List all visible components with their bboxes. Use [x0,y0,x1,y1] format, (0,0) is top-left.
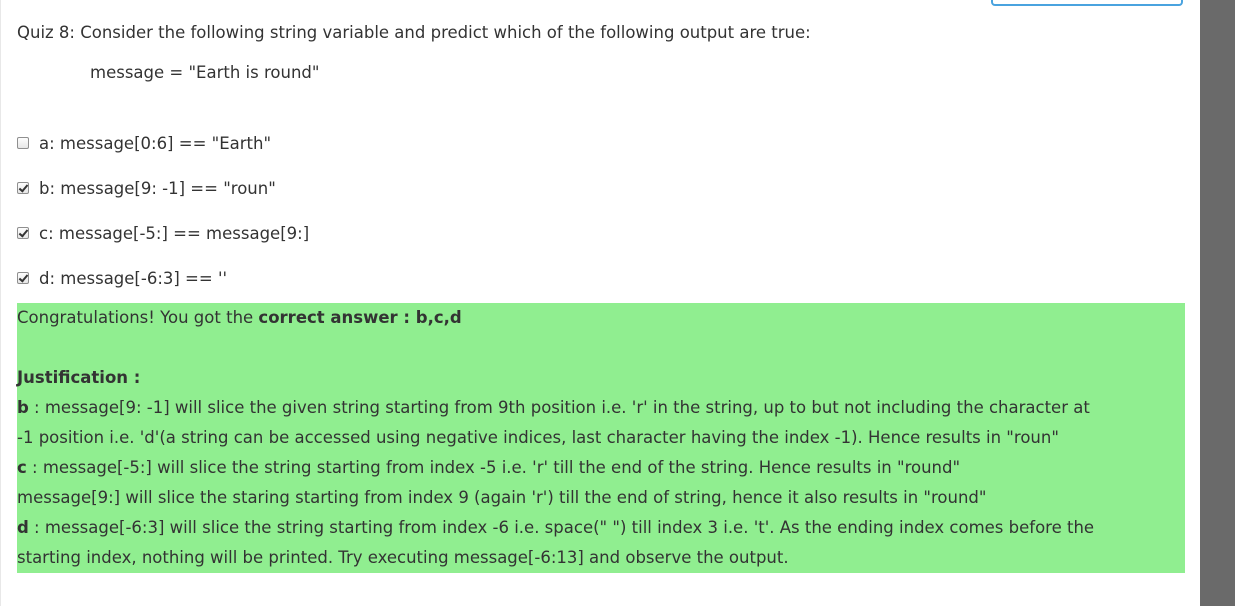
justification-b-text1: : message[9: -1] will slice the given st… [28,398,1090,417]
option-d-label: d: message[-6:3] == '' [39,268,228,288]
option-a[interactable]: a: message[0:6] == "Earth" [17,132,271,154]
justification-c-key: c [17,458,27,477]
option-a-label: a: message[0:6] == "Earth" [39,133,272,153]
option-b-checkbox[interactable] [17,182,29,194]
justification-d-line2: starting index, nothing will be printed.… [17,548,789,567]
justification-c-line2: message[9:] will slice the staring start… [17,488,987,507]
justification-b-line1: b : message[9: -1] will slice the given … [17,393,1090,423]
option-b[interactable]: b: message[9: -1] == "roun" [17,177,276,199]
option-b-label: b: message[9: -1] == "roun" [39,178,276,198]
justification-heading: Justification : [17,363,140,393]
justification-b-key: b [17,398,29,417]
justification-c-text1: : message[-5:] will slice the string sta… [26,458,961,477]
option-a-checkbox[interactable] [17,137,29,149]
justification-c-line1: c : message[-5:] will slice the string s… [17,453,960,483]
code-snippet: message = "Earth is round" [90,63,320,82]
option-d[interactable]: d: message[-6:3] == '' [17,267,227,289]
congrats-text: Congratulations! You got the [17,308,259,327]
scrollbar[interactable] [1200,0,1235,606]
justification-d-text1: : message[-6:3] will slice the string st… [28,518,1095,537]
quiz-panel: Quiz 8: Consider the following string va… [0,0,1200,606]
option-d-checkbox[interactable] [17,272,29,284]
option-c[interactable]: c: message[-5:] == message[9:] [17,222,309,244]
congrats-line: Congratulations! You got the correct ans… [17,303,462,333]
justification-d-key: d [17,518,29,537]
justification-d-line1: d : message[-6:3] will slice the string … [17,513,1094,543]
question-text: Quiz 8: Consider the following string va… [17,23,811,42]
justification-title: Justification : [17,368,141,387]
feedback-box: Congratulations! You got the correct ans… [17,303,1185,573]
option-c-label: c: message[-5:] == message[9:] [39,223,310,243]
correct-answer: correct answer : b,c,d [258,308,462,327]
top-button[interactable] [991,0,1183,6]
justification-b-line2: -1 position i.e. 'd'(a string can be acc… [17,428,1059,447]
option-c-checkbox[interactable] [17,227,29,239]
